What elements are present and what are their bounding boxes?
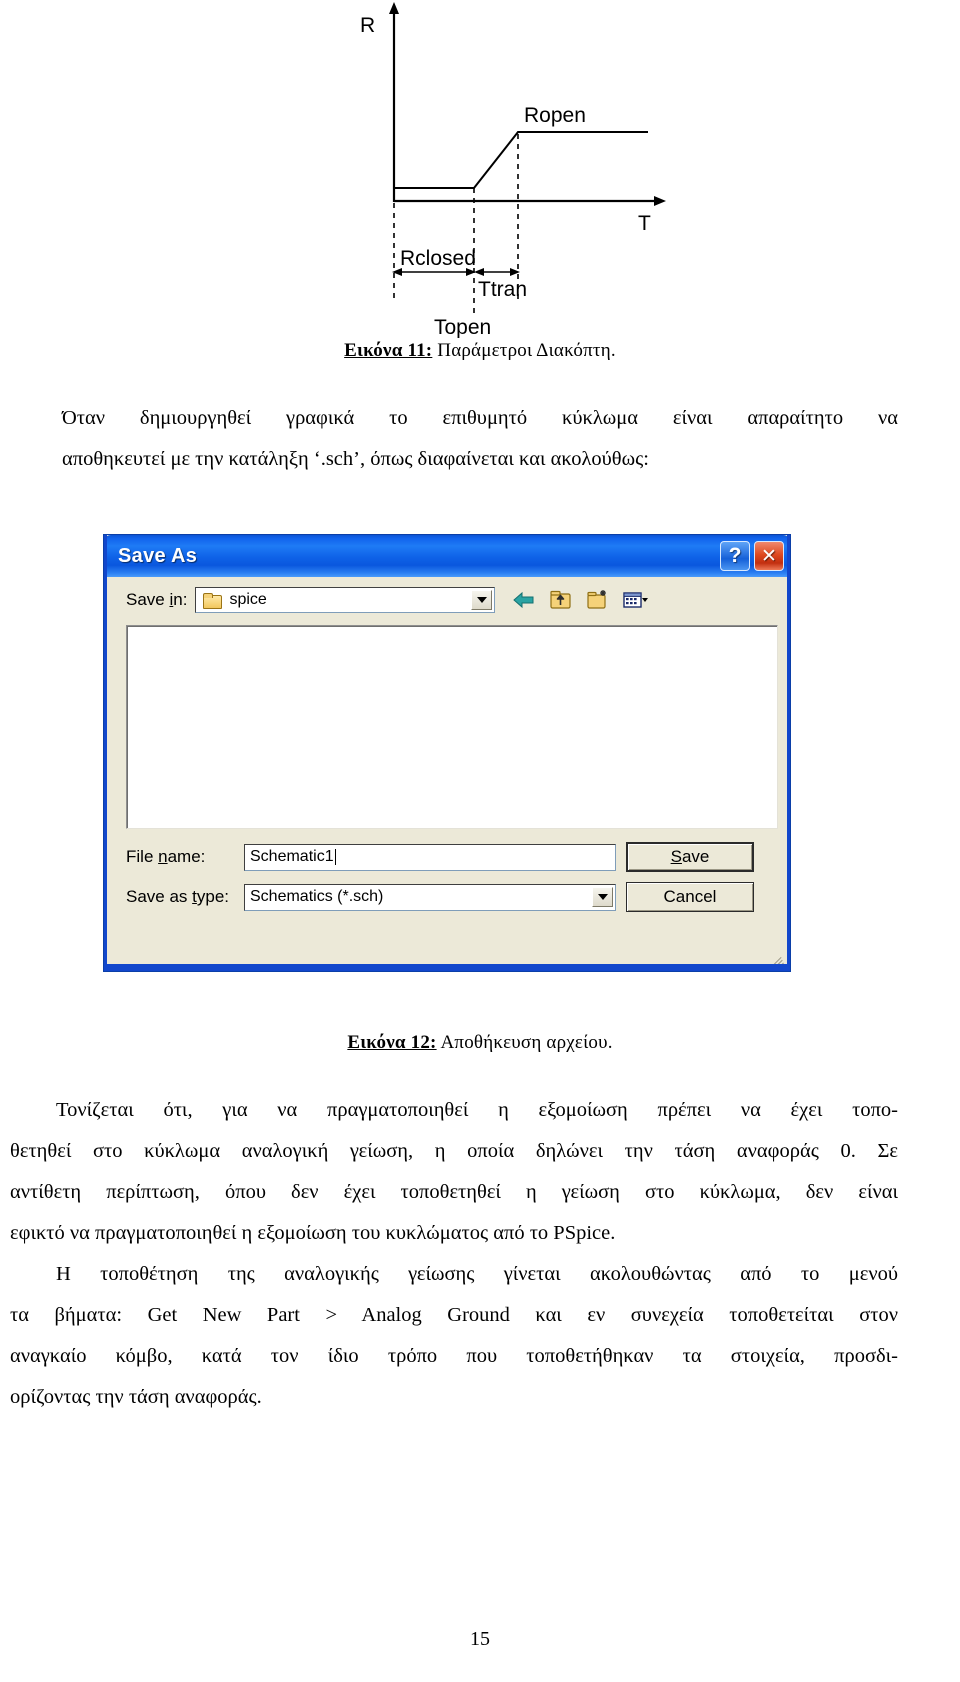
chart-label-rclosed: Rclosed: [400, 247, 476, 270]
resistance-curve: [394, 131, 648, 189]
intro-line-1: Όταν δημιουργηθεί γραφικά το επιθυμητό κ…: [62, 407, 898, 429]
figure-12-caption: Εικόνα 12: Αποθήκευση αρχείου.: [0, 1032, 960, 1054]
folder-icon: [203, 592, 223, 609]
up-one-level-icon[interactable]: [548, 587, 574, 613]
chart-label-ropen: Ropen: [524, 104, 586, 127]
text-caret: [334, 849, 336, 865]
chevron-down-icon[interactable]: [592, 886, 613, 907]
figure-11-switch-parameters-chart: R T Ropen Rclosed Ttran Topen: [300, 0, 670, 338]
save-in-value: spice: [229, 591, 267, 608]
chart-label-topen: Topen: [434, 316, 491, 338]
dialog-titlebar[interactable]: Save As ? ✕: [104, 535, 790, 577]
figure-11-caption-lead: Εικόνα 11:: [344, 340, 433, 361]
back-arrow-icon[interactable]: [511, 587, 537, 613]
body-line-8: ορίζοντας την τάση αναφοράς.: [10, 1386, 262, 1408]
create-new-folder-icon[interactable]: [585, 587, 611, 613]
switch-chart-svg: R T Ropen Rclosed Ttran Topen: [360, 2, 666, 338]
x-axis-arrowhead: [654, 196, 666, 206]
body-line-4: εφικτό να πραγματοποιηθεί η εξομοίωση το…: [10, 1222, 616, 1244]
cancel-button[interactable]: Cancel: [626, 882, 754, 912]
chevron-down-icon[interactable]: [471, 590, 493, 610]
body-line-3: αντίθετη περίπτωση, όπου δεν έχει τοποθε…: [10, 1181, 898, 1203]
intro-line-2: αποθηκευτεί με την κατάληξη ‘.sch’, όπως…: [62, 448, 649, 470]
page-number: 15: [470, 1628, 490, 1650]
save-in-label: Save in:: [126, 590, 188, 609]
save-as-dialog[interactable]: Save As ? ✕ Save in: spice File name: Sc…: [103, 534, 791, 972]
chart-label-ttran: Ttran: [478, 278, 527, 301]
body-line-6: τα βήματα: Get New Part > Analog Ground …: [10, 1304, 898, 1326]
figure-11-caption-text: Παράμετροι Διακόπτη.: [432, 340, 616, 361]
save-as-type-label: Save as type:: [126, 887, 230, 906]
body-line-5: Η τοποθέτηση της αναλογικής γείωσης γίνε…: [56, 1263, 898, 1285]
file-name-input[interactable]: Schematic1: [244, 843, 616, 871]
body-paragraph-2: Η τοποθέτηση της αναλογικής γείωσης γίνε…: [10, 1254, 898, 1418]
file-name-label: File name:: [126, 847, 206, 866]
file-name-value: Schematic1: [250, 848, 334, 865]
figure-12-caption-lead: Εικόνα 12:: [347, 1032, 437, 1053]
intro-paragraph: Όταν δημιουργηθεί γραφικά το επιθυμητό κ…: [62, 398, 898, 480]
views-icon[interactable]: [622, 587, 649, 613]
save-button[interactable]: Save: [626, 842, 754, 872]
save-in-row: Save in: spice: [108, 581, 786, 619]
chart-x-axis-label: T: [638, 212, 651, 235]
figure-11-caption: Εικόνα 11: Παράμετροι Διακόπτη.: [0, 340, 960, 362]
document-page: R T Ropen Rclosed Ttran Topen Εικόνα 11:…: [0, 0, 960, 1682]
close-icon[interactable]: ✕: [754, 541, 784, 571]
save-as-type-combobox[interactable]: Schematics (*.sch): [244, 883, 616, 911]
file-list-pane[interactable]: [126, 625, 778, 829]
save-as-type-value: Schematics (*.sch): [250, 888, 384, 905]
body-text: Τονίζεται ότι, για να πραγματοποιηθεί η …: [10, 1090, 898, 1418]
body-line-2: θετηθεί στο κύκλωμα αναλογική γείωση, η …: [10, 1140, 898, 1162]
body-line-1: Τονίζεται ότι, για να πραγματοποιηθεί η …: [56, 1099, 898, 1121]
dialog-toolbar: [511, 587, 649, 613]
save-in-combobox[interactable]: spice: [195, 587, 496, 613]
dialog-bottom-strip: [104, 964, 790, 971]
help-button[interactable]: ?: [720, 541, 750, 571]
y-axis-arrowhead: [389, 2, 399, 14]
body-line-7: αναγκαίο κόμβο, κατά τον ίδιο τρόπο που …: [10, 1345, 898, 1367]
chart-y-axis-label: R: [360, 14, 375, 37]
body-paragraph-1: Τονίζεται ότι, για να πραγματοποιηθεί η …: [10, 1090, 898, 1254]
dialog-title: Save As: [118, 544, 198, 567]
figure-12-caption-text: Αποθήκευση αρχείου.: [436, 1032, 613, 1053]
titlebar-buttons: ? ✕: [720, 541, 784, 571]
